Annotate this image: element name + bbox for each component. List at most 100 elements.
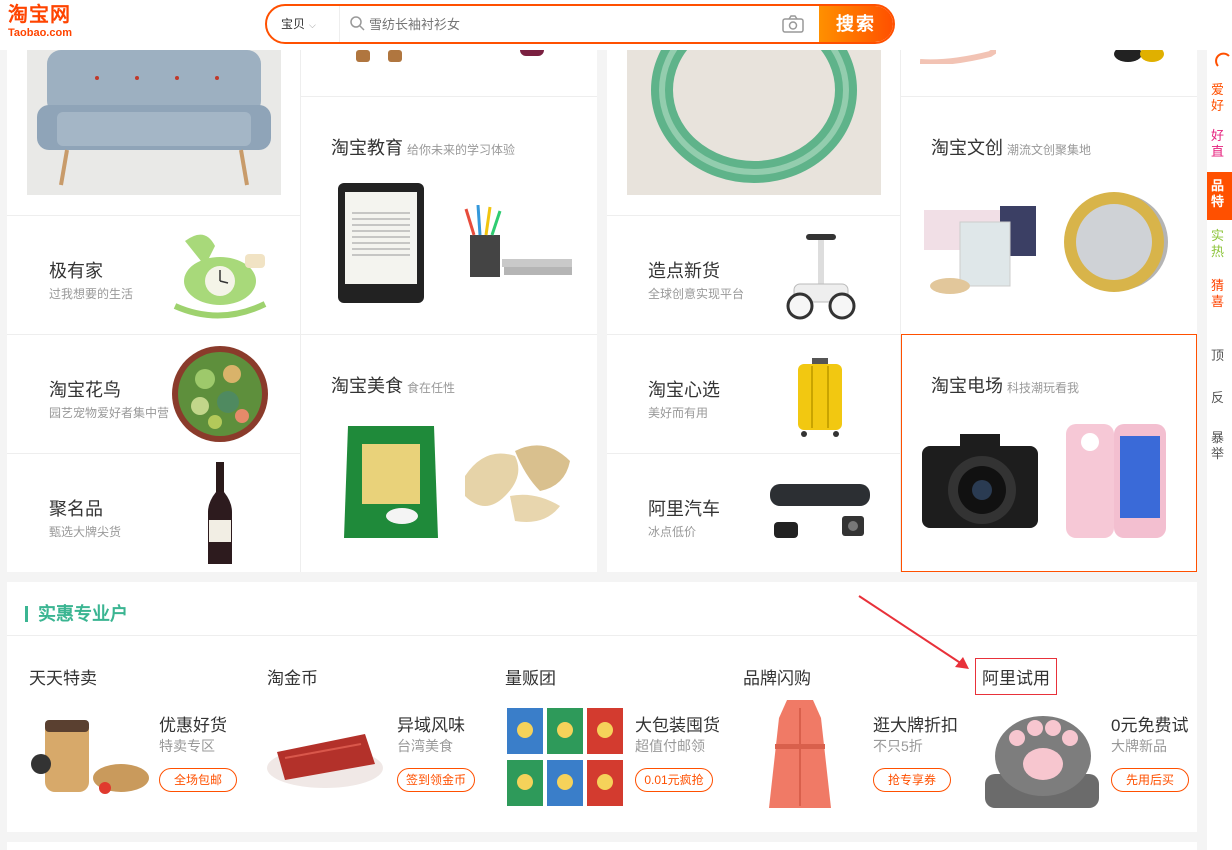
divider: [300, 50, 301, 572]
category-title-wenchuang[interactable]: 淘宝文创 潮流文创聚集地: [931, 134, 1091, 160]
tool-icon[interactable]: [1215, 52, 1231, 68]
search-icon: [350, 16, 365, 31]
deal-card-shiyong[interactable]: 阿里试用 0元免费试 大牌新品 先用后买: [959, 636, 1197, 832]
deal-card-liangfantuan[interactable]: 量贩团 大包装囤货 超值付邮领 0.01元疯抢: [483, 636, 721, 832]
dslr-camera-image[interactable]: [920, 432, 1040, 532]
divider: [7, 215, 300, 216]
camera-icon[interactable]: [781, 14, 805, 34]
self-balancing-scooter-image[interactable]: [786, 232, 856, 322]
sidebar-item-hot[interactable]: 实热: [1211, 228, 1232, 260]
search-input[interactable]: [369, 6, 769, 42]
gift-box-image[interactable]: [920, 200, 1040, 300]
coin-image[interactable]: [1058, 186, 1170, 298]
coral-coat-image: [769, 700, 831, 808]
jade-bangle-image[interactable]: [627, 0, 881, 195]
deal-card-tiantian[interactable]: 天天特卖 优惠好货 特卖专区 全场包邮: [7, 636, 245, 832]
sidebar-item-love[interactable]: 爱好: [1211, 82, 1232, 114]
deal-button[interactable]: 先用后买: [1111, 768, 1189, 792]
ebook-reader-image[interactable]: [338, 183, 424, 303]
sidebar-item-feedback[interactable]: 反: [1211, 390, 1232, 406]
category-title-food[interactable]: 淘宝美食 食在任性: [331, 372, 455, 398]
dried-mushroom-image[interactable]: [455, 436, 579, 526]
category-title-text: 淘宝文创: [931, 138, 1003, 158]
sidebar-item-brand[interactable]: 品特: [1211, 178, 1232, 210]
pens-books-image[interactable]: [458, 205, 574, 281]
category-subtitle: 美好而有用: [648, 406, 709, 420]
rocking-horse-image[interactable]: [165, 226, 273, 324]
deal-subtitle: 不只5折: [873, 738, 923, 754]
product-image[interactable]: [1108, 50, 1168, 64]
car-accessories-image[interactable]: [768, 480, 872, 546]
category-subtitle: 过我想要的生活: [49, 287, 134, 301]
category-subtitle: 冰点低价: [648, 525, 697, 539]
category-title-zaodian[interactable]: 造点新货: [648, 257, 720, 283]
annotation-arrow-icon: [858, 595, 969, 669]
deal-title[interactable]: 阿里试用: [975, 658, 1057, 695]
wine-bottle-image[interactable]: [200, 462, 240, 566]
suitcase-image[interactable]: [794, 358, 846, 438]
category-subtitle: 潮流文创聚集地: [1007, 143, 1092, 157]
category-subtitle: 全球创意实现平台: [648, 287, 745, 301]
deal-headline: 大包装囤货: [635, 716, 720, 735]
sidebar-item-top[interactable]: 顶: [1211, 348, 1232, 364]
sidebar-item-report[interactable]: 暴举: [1211, 430, 1232, 462]
category-title-text: 淘宝美食: [331, 376, 403, 396]
deal-headline: 逛大牌折扣: [873, 716, 958, 735]
top-bar: 淘宝网 Taobao.com 宝贝⌵ 搜索: [0, 0, 1232, 50]
category-subtitle: 给你未来的学习体验: [407, 143, 516, 157]
boots-image[interactable]: [350, 50, 410, 64]
deal-headline: 0元免费试: [1111, 716, 1189, 735]
search-button[interactable]: 搜索: [819, 6, 893, 42]
category-title-dianchang[interactable]: 淘宝电场 科技潮玩看我: [931, 372, 1079, 398]
pink-phone-image[interactable]: [1064, 420, 1168, 542]
thermos-image: [31, 720, 149, 794]
deal-headline: 异域风味: [397, 716, 465, 735]
rice-bag-image[interactable]: [342, 420, 440, 544]
succulent-plants-image[interactable]: [170, 344, 270, 444]
deal-headline: 优惠好货: [159, 716, 227, 735]
category-title-huaniao[interactable]: 淘宝花鸟: [49, 376, 121, 402]
divider: [7, 453, 300, 454]
deal-subtitle: 特卖专区: [159, 738, 215, 754]
category-subtitle: 甄选大牌尖货: [49, 525, 122, 539]
category-subtitle: 食在任性: [407, 381, 456, 395]
deal-title[interactable]: 品牌闪购: [743, 664, 811, 689]
hand-image[interactable]: [920, 50, 996, 64]
taobao-logo[interactable]: 淘宝网 Taobao.com: [8, 4, 98, 44]
deal-subtitle: 大牌新品: [1111, 738, 1167, 754]
deal-button[interactable]: 抢专享券: [873, 768, 951, 792]
category-title-edu[interactable]: 淘宝教育 给你未来的学习体验: [331, 134, 515, 160]
product-image[interactable]: [520, 50, 544, 56]
sidebar-item-guess[interactable]: 猜喜: [1211, 278, 1232, 310]
category-title-jumingpin[interactable]: 聚名品: [49, 495, 103, 521]
cat-paw-pillow-image: [985, 716, 1099, 808]
deal-button[interactable]: 签到领金币: [397, 768, 475, 792]
deal-subtitle: 台湾美食: [397, 738, 453, 754]
section-title: 实惠专业户: [25, 600, 128, 626]
category-title-car[interactable]: 阿里汽车: [648, 495, 720, 521]
sidebar-item-good[interactable]: 好直: [1211, 128, 1232, 160]
category-subtitle: 科技潮玩看我: [1007, 381, 1080, 395]
category-title-text: 淘宝教育: [331, 138, 403, 158]
deal-subtitle: 超值付邮领: [635, 738, 705, 754]
instant-noodles-image: [507, 708, 623, 806]
search-bar: 宝贝⌵ 搜索: [265, 4, 895, 44]
deal-button[interactable]: 0.01元疯抢: [635, 768, 713, 792]
deal-card-taojinbi[interactable]: 淘金币 异域风味 台湾美食 签到领金币: [245, 636, 483, 832]
category-title-xinxuan[interactable]: 淘宝心选: [648, 376, 720, 402]
category-title-jiyoujia[interactable]: 极有家: [49, 257, 103, 283]
divider: [607, 215, 900, 216]
jerky-image: [267, 734, 383, 788]
search-category-label: 宝贝: [281, 17, 306, 31]
search-divider: [339, 6, 340, 42]
sofa-image[interactable]: [27, 50, 281, 195]
deal-title[interactable]: 天天特卖: [29, 664, 97, 689]
category-title-text: 淘宝电场: [931, 376, 1003, 396]
deal-title[interactable]: 淘金币: [267, 664, 318, 689]
divider: [607, 453, 900, 454]
deal-title[interactable]: 量贩团: [505, 664, 556, 689]
search-category-select[interactable]: 宝贝 ⌵: [281, 6, 341, 42]
divider: [7, 334, 597, 335]
deal-button[interactable]: 全场包邮: [159, 768, 237, 792]
divider: [900, 96, 1197, 97]
